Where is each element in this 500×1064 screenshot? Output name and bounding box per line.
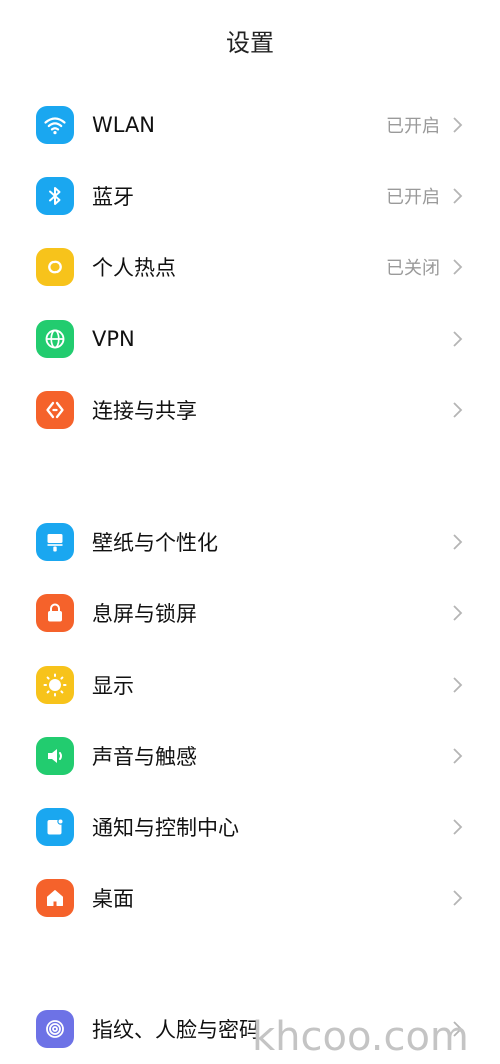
settings-item-hotspot[interactable]: 个人热点 已关闭 (0, 231, 500, 302)
status-value: 已关闭 (386, 257, 440, 279)
chevron-right-icon (453, 258, 463, 275)
chevron-right-icon (453, 533, 463, 550)
chevron-right-icon (453, 604, 463, 621)
home-icon (36, 878, 74, 917)
chevron-right-icon (453, 401, 463, 418)
settings-item-bluetooth[interactable]: 蓝牙 已开启 (0, 160, 500, 231)
settings-item-label: 声音与触感 (92, 744, 197, 769)
status-value: 已开启 (386, 115, 440, 137)
settings-item-label: 壁纸与个性化 (92, 530, 218, 555)
wifi-icon (36, 105, 74, 144)
page-title: 设置 (226, 28, 274, 57)
settings-item-label: 指纹、人脸与密码 (92, 1017, 260, 1042)
settings-item-label: 桌面 (92, 886, 134, 911)
chevron-right-icon (453, 889, 463, 906)
settings-item-label: WLAN (92, 112, 156, 137)
chevron-right-icon (453, 747, 463, 764)
settings-item-lock-screen[interactable]: 息屏与锁屏 (0, 577, 500, 648)
settings-item-label: VPN (92, 326, 135, 351)
settings-item-display[interactable]: 显示 (0, 649, 500, 720)
settings-item-label: 通知与控制中心 (92, 815, 239, 840)
chevron-right-icon (453, 187, 463, 204)
chevron-right-icon (453, 116, 463, 133)
lock-icon (36, 593, 74, 632)
hotspot-icon (36, 247, 74, 286)
chevron-right-icon (453, 330, 463, 347)
chevron-right-icon (453, 818, 463, 835)
brush-icon (36, 522, 74, 561)
title-bar: 设置 (0, 0, 500, 80)
settings-item-vpn[interactable]: VPN (0, 303, 500, 374)
settings-item-label: 连接与共享 (92, 398, 197, 423)
settings-item-label: 蓝牙 (92, 184, 134, 209)
speaker-icon (36, 736, 74, 775)
status-value: 已开启 (386, 186, 440, 208)
watermark: khcoo.com (252, 1014, 469, 1060)
settings-item-wlan[interactable]: WLAN 已开启 (0, 89, 500, 160)
settings-item-sound[interactable]: 声音与触感 (0, 720, 500, 791)
settings-item-wallpaper[interactable]: 壁纸与个性化 (0, 506, 500, 577)
bluetooth-icon (36, 176, 74, 215)
notification-icon (36, 807, 74, 846)
share-icon (36, 390, 74, 429)
chevron-right-icon (453, 676, 463, 693)
settings-item-label: 显示 (92, 673, 134, 698)
settings-item-notifications[interactable]: 通知与控制中心 (0, 791, 500, 862)
sun-icon (36, 665, 74, 704)
fingerprint-icon (36, 1009, 74, 1048)
settings-item-label: 息屏与锁屏 (92, 601, 197, 626)
settings-item-label: 个人热点 (92, 255, 176, 280)
settings-item-home-screen[interactable]: 桌面 (0, 862, 500, 933)
settings-item-connection-sharing[interactable]: 连接与共享 (0, 374, 500, 445)
globe-icon (36, 319, 74, 358)
